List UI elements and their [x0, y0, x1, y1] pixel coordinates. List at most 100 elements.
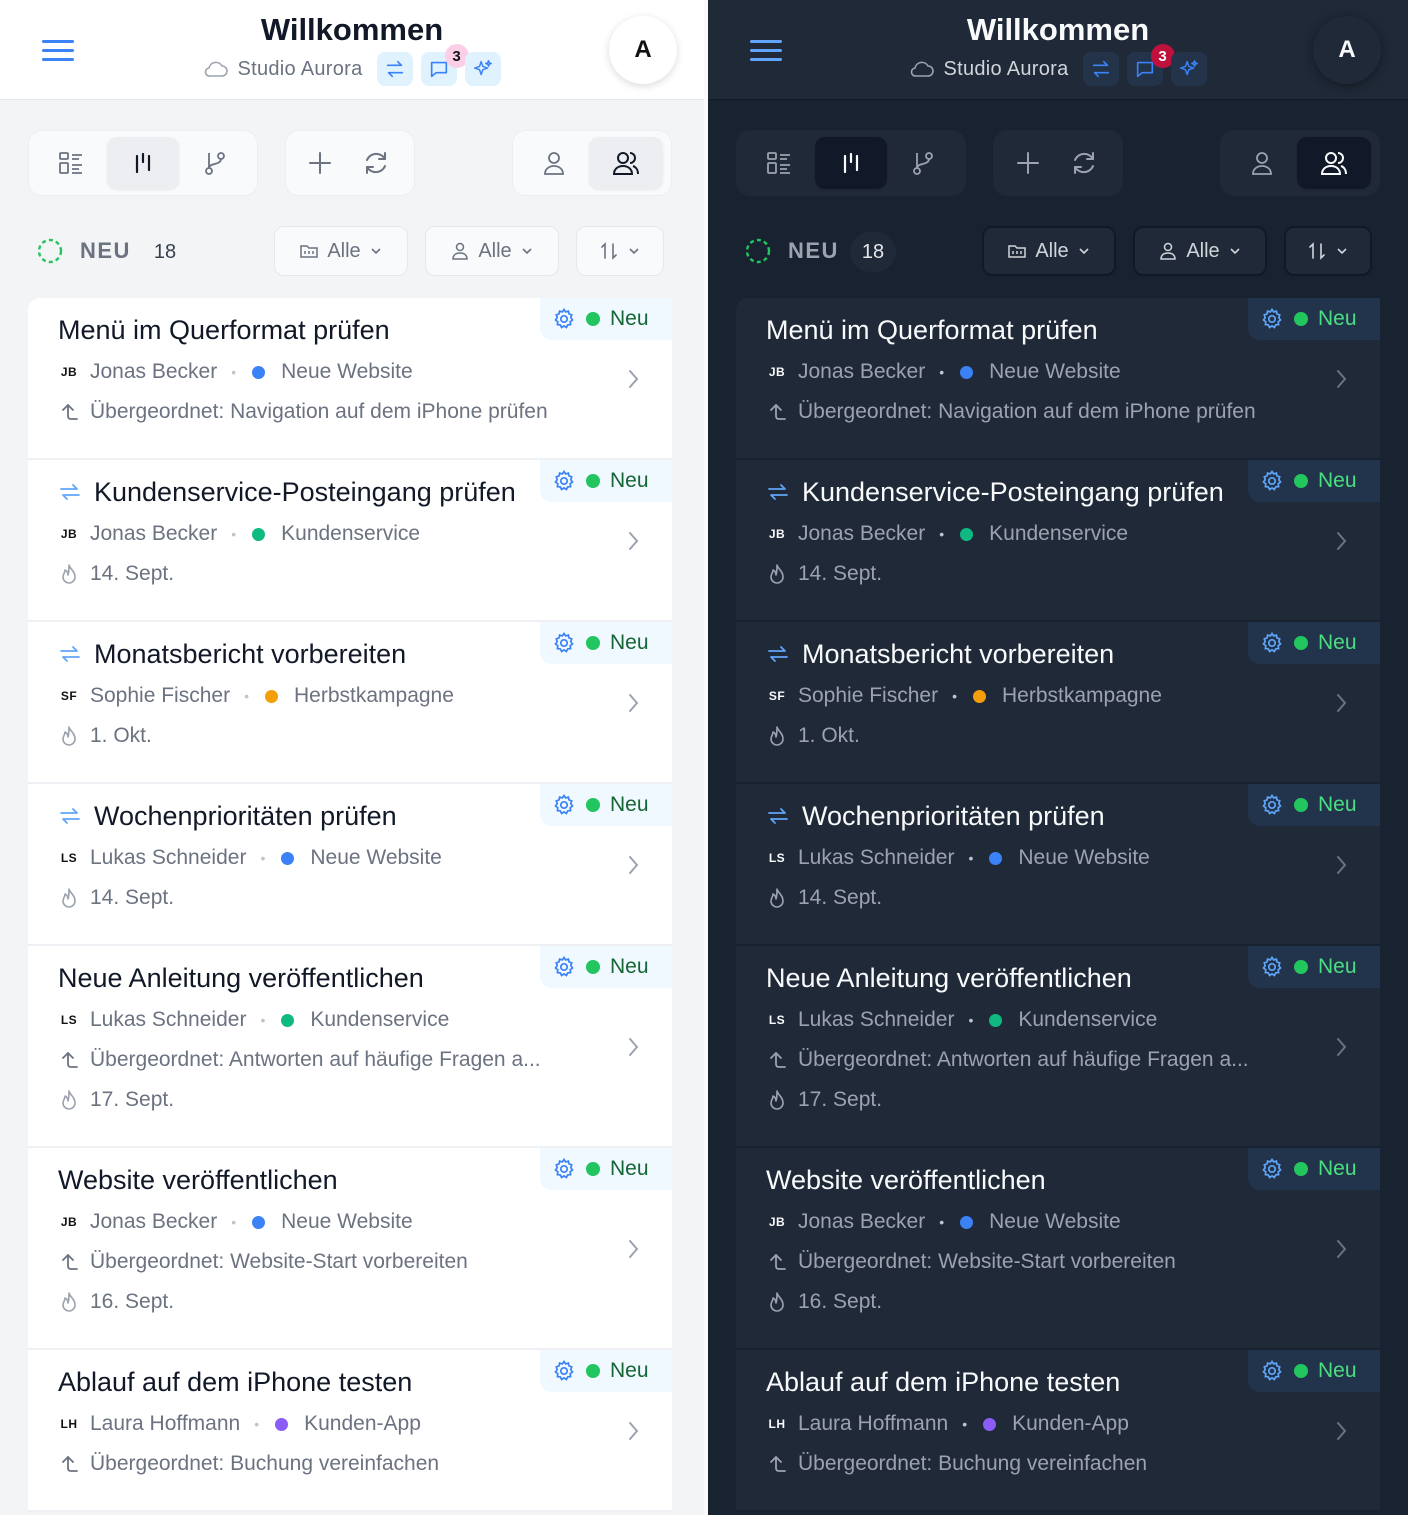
repeat-icon — [60, 646, 80, 662]
open-task-chevron[interactable] — [1332, 367, 1350, 391]
task-meta: JB Jonas Becker • Neue Website — [766, 1206, 1380, 1238]
status-tag[interactable]: Neu — [540, 622, 672, 664]
status-tag[interactable]: Neu — [540, 946, 672, 988]
board-view-button[interactable] — [107, 137, 179, 189]
sort-button[interactable] — [576, 226, 664, 276]
open-task-chevron[interactable] — [624, 1035, 642, 1059]
board-view-button[interactable] — [815, 137, 887, 189]
open-task-chevron[interactable] — [624, 1237, 642, 1261]
project-dot — [252, 1215, 266, 1229]
status-dot — [1294, 312, 1308, 326]
project-name: Kundenservice — [281, 522, 421, 545]
list-view-button[interactable] — [35, 137, 107, 189]
open-task-chevron[interactable] — [624, 367, 642, 391]
assignee-initials: SF — [60, 689, 78, 703]
task-card[interactable]: Neu Neue Anleitung veröffentlichen LS Lukas… — [28, 946, 672, 1148]
my-tasks-button[interactable] — [1227, 137, 1297, 189]
project-name: Neue Website — [1018, 846, 1150, 869]
add-button[interactable] — [292, 137, 348, 189]
status-tag[interactable]: Neu — [540, 1148, 672, 1190]
task-card[interactable]: Neu Ablauf auf dem iPhone testen LH Laura H… — [28, 1350, 672, 1512]
chat-button[interactable]: 3 — [420, 44, 469, 86]
parent-task-line: Übergeordnet: Buchung vereinfachen — [58, 1448, 672, 1480]
task-title-text: Monatsbericht vorbereiten — [94, 639, 407, 669]
task-card[interactable]: Neu Menü im Querformat prüfen JB Jonas Beck… — [28, 298, 672, 460]
status-tag[interactable]: Neu — [540, 298, 672, 340]
parent-task-line: Übergeordnet: Navigation auf dem iPhone … — [766, 396, 1380, 428]
open-task-chevron[interactable] — [1332, 1419, 1350, 1443]
status-tag[interactable]: Neu — [1248, 946, 1380, 988]
avatar[interactable]: A — [1313, 16, 1381, 84]
team-tasks-button[interactable] — [1297, 137, 1371, 189]
workspace-name[interactable]: Studio Aurora — [237, 58, 362, 81]
branch-view-button[interactable] — [887, 137, 959, 189]
task-card[interactable]: Neu Neue Anleitung veröffentlichen LS Lukas… — [736, 946, 1380, 1148]
status-tag[interactable]: Neu — [540, 460, 672, 502]
open-task-chevron[interactable] — [1332, 529, 1350, 553]
task-card[interactable]: Neu Wochenprioritäten prüfen LS Lukas Schne… — [28, 784, 672, 946]
gear-icon — [1262, 1157, 1282, 1179]
parent-task-text: Übergeordnet: Buchung vereinfachen — [798, 1452, 1148, 1475]
chat-button[interactable]: 3 — [1126, 44, 1175, 86]
status-tag[interactable]: Neu — [1248, 298, 1380, 340]
task-card[interactable]: Neu Website veröffentlichen JB Jonas Becker… — [28, 1148, 672, 1350]
task-list: Neu Menü im Querformat prüfen JB Jonas Beck… — [28, 298, 672, 1512]
status-tag[interactable]: Neu — [540, 784, 672, 826]
person-filter[interactable]: Alle — [1133, 226, 1267, 276]
sync-button[interactable] — [1082, 52, 1119, 86]
board-view-icon — [843, 152, 859, 174]
task-card[interactable]: Neu Ablauf auf dem iPhone testen LH Laura H… — [736, 1350, 1380, 1512]
due-date-line: 1. Okt. — [766, 720, 1380, 752]
flame-icon — [62, 888, 76, 908]
assignee-name: Lukas Schneider — [90, 846, 247, 869]
open-task-chevron[interactable] — [624, 1419, 642, 1443]
parent-task-text: Übergeordnet: Navigation auf dem iPhone … — [90, 400, 548, 423]
add-button[interactable] — [1000, 137, 1056, 189]
open-task-chevron[interactable] — [624, 529, 642, 553]
page-title: Willkommen — [260, 12, 444, 47]
chevron-down-icon — [1079, 248, 1089, 255]
status-tag[interactable]: Neu — [1248, 1148, 1380, 1190]
due-date-line: 1. Okt. — [58, 720, 672, 752]
list-view-button[interactable] — [743, 137, 815, 189]
open-task-chevron[interactable] — [624, 853, 642, 877]
task-card[interactable]: Neu Monatsbericht vorbereiten SF Sophie Fis… — [28, 622, 672, 784]
parent-task-line: Übergeordnet: Navigation auf dem iPhone … — [58, 396, 672, 428]
task-card[interactable]: Neu Kundenservice-Posteingang prüfen JB Jon… — [736, 460, 1380, 622]
task-card[interactable]: Neu Menü im Querformat prüfen JB Jonas Beck… — [736, 298, 1380, 460]
project-filter[interactable]: Alle — [274, 226, 408, 276]
assignee-name: Lukas Schneider — [798, 1008, 955, 1031]
person-filter[interactable]: Alle — [425, 226, 559, 276]
workspace-name[interactable]: Studio Aurora — [943, 58, 1068, 81]
ai-button[interactable] — [1170, 52, 1207, 86]
refresh-button[interactable] — [1056, 137, 1112, 189]
project-name: Herbstkampagne — [1001, 684, 1162, 707]
status-tag[interactable]: Neu — [1248, 460, 1380, 502]
open-task-chevron[interactable] — [1332, 1035, 1350, 1059]
parent-task-text: Übergeordnet: Antworten auf häufige Frag… — [798, 1048, 1249, 1071]
status-tag[interactable]: Neu — [1248, 1350, 1380, 1392]
open-task-chevron[interactable] — [624, 691, 642, 715]
open-task-chevron[interactable] — [1332, 1237, 1350, 1261]
open-task-chevron[interactable] — [1332, 691, 1350, 715]
project-dot — [252, 527, 266, 541]
status-tag[interactable]: Neu — [540, 1350, 672, 1392]
my-tasks-button[interactable] — [519, 137, 589, 189]
sync-button[interactable] — [376, 52, 413, 86]
open-task-chevron[interactable] — [1332, 853, 1350, 877]
task-card[interactable]: Neu Monatsbericht vorbereiten SF Sophie Fis… — [736, 622, 1380, 784]
task-card[interactable]: Neu Website veröffentlichen JB Jonas Becker… — [736, 1148, 1380, 1350]
refresh-button[interactable] — [348, 137, 404, 189]
task-card[interactable]: Neu Kundenservice-Posteingang prüfen JB Jon… — [28, 460, 672, 622]
assignee-initials: SF — [768, 689, 786, 703]
ai-button[interactable] — [464, 52, 501, 86]
task-card[interactable]: Neu Wochenprioritäten prüfen LS Lukas Schne… — [736, 784, 1380, 946]
avatar[interactable]: A — [609, 16, 677, 84]
branch-view-button[interactable] — [179, 137, 251, 189]
sort-button[interactable] — [1284, 226, 1372, 276]
status-tag[interactable]: Neu — [1248, 622, 1380, 664]
project-filter[interactable]: Alle — [982, 226, 1116, 276]
gear-icon — [554, 1359, 574, 1381]
status-tag[interactable]: Neu — [1248, 784, 1380, 826]
team-tasks-button[interactable] — [589, 137, 663, 189]
